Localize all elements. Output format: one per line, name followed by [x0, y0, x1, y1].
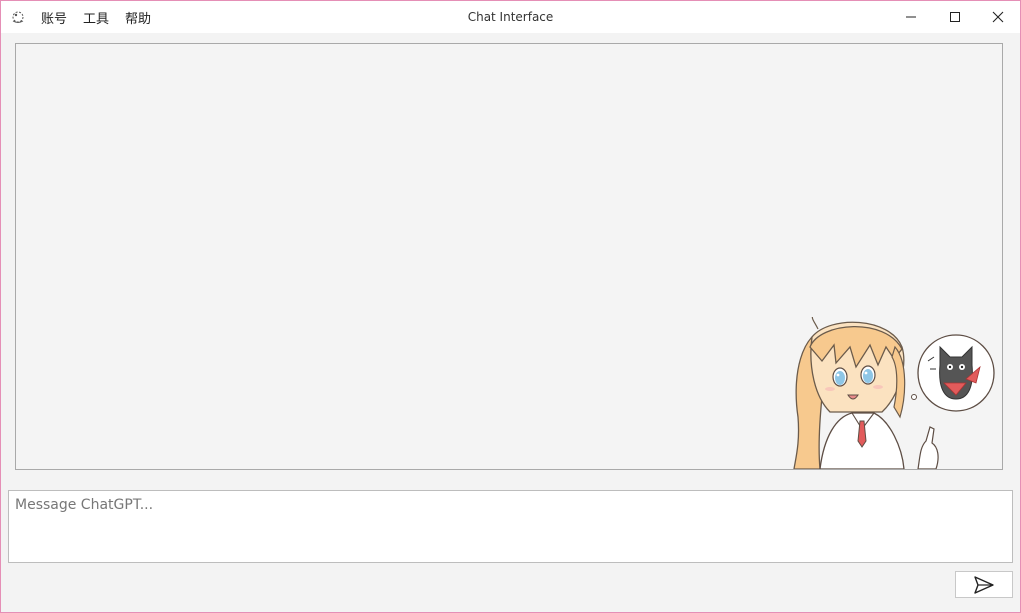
menu-help[interactable]: 帮助 — [125, 8, 151, 27]
anime-girl-and-cat-illustration — [793, 317, 995, 469]
minimize-icon — [906, 16, 916, 18]
title-bar: 账号 工具 帮助 Chat Interface — [1, 1, 1020, 33]
maximize-icon — [950, 12, 960, 22]
menu-account[interactable]: 账号 — [41, 8, 67, 27]
app-logo-icon — [10, 9, 26, 25]
menu-tools[interactable]: 工具 — [83, 8, 109, 27]
menu-bar: 账号 工具 帮助 — [41, 1, 167, 33]
close-icon — [992, 11, 1004, 23]
app-window: 账号 工具 帮助 Chat Interface — [0, 0, 1021, 613]
chat-history-area[interactable] — [15, 43, 1003, 470]
minimize-button[interactable] — [889, 1, 933, 33]
send-button[interactable] — [955, 571, 1013, 598]
message-input[interactable] — [8, 490, 1013, 563]
maximize-button[interactable] — [933, 1, 977, 33]
send-icon — [974, 575, 994, 594]
close-button[interactable] — [976, 1, 1020, 33]
